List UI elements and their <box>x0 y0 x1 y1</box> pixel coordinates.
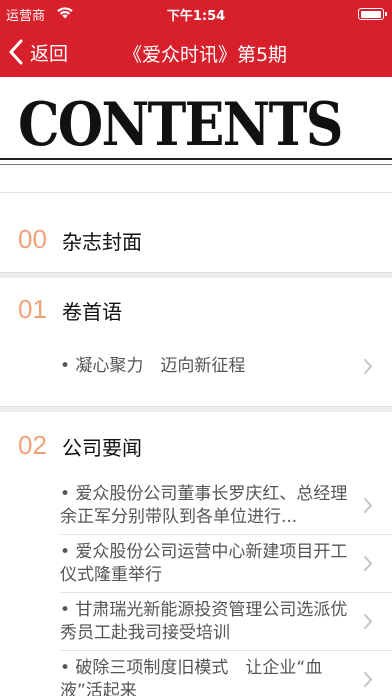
navigation-bar: 返回 《爱众时讯》第5期 <box>0 26 392 77</box>
list-item[interactable]: • 破除三项制度旧模式 让企业“血液”活起来 <box>60 657 360 696</box>
status-bar: 运营商 下午1:54 <box>0 0 392 26</box>
list-item[interactable]: • 甘肃瑞光新能源投资管理公司选派优秀员工赴我司接受培训 <box>60 599 360 645</box>
divider <box>0 192 392 193</box>
contents-banner: CONTENTS <box>0 77 392 177</box>
chevron-right-icon <box>364 672 373 687</box>
list-item-text: • 破除三项制度旧模式 让企业“血液”活起来 <box>60 658 323 696</box>
top-bar: 运营商 下午1:54 返回 《爱众时讯》第5期 <box>0 0 392 77</box>
section-number: 02 <box>18 430 47 460</box>
divider <box>60 534 392 535</box>
section-title: 杂志封面 <box>62 230 142 254</box>
divider <box>60 592 392 593</box>
list-item-text: • 爱众股份公司董事长罗庆红、总经理余正军分别带队到各单位进行... <box>60 484 348 527</box>
clock: 下午1:54 <box>166 9 226 24</box>
section-title: 公司要闻 <box>62 436 142 460</box>
list-item[interactable]: • 爱众股份公司运营中心新建项目开工仪式隆重举行 <box>60 541 360 587</box>
list-item[interactable]: • 爱众股份公司董事长罗庆红、总经理余正军分别带队到各单位进行... <box>60 483 360 529</box>
section-02: 02 公司要闻 <box>0 412 392 474</box>
battery-icon <box>358 8 387 20</box>
contents-heading: CONTENTS <box>18 90 343 160</box>
banner-rule <box>0 158 392 160</box>
banner-rule <box>0 164 392 165</box>
divider <box>60 650 392 651</box>
section-title: 卷首语 <box>62 300 122 324</box>
screen: 运营商 下午1:54 返回 《爱众时讯》第5期 CONTENTS 00 杂志封面… <box>0 0 392 696</box>
section-00[interactable]: 00 杂志封面 <box>0 208 392 270</box>
chevron-right-icon <box>364 359 373 374</box>
page-title: 《爱众时讯》第5期 <box>122 44 288 66</box>
list-item-text: • 爱众股份公司运营中心新建项目开工仪式隆重举行 <box>60 542 348 585</box>
chevron-right-icon <box>364 556 373 571</box>
section-number: 00 <box>18 224 47 254</box>
list-item[interactable]: • 凝心聚力 迈向新征程 <box>60 355 360 378</box>
list-item-text: • 甘肃瑞光新能源投资管理公司选派优秀员工赴我司接受培训 <box>60 600 348 643</box>
list-item-text: • 凝心聚力 迈向新征程 <box>60 356 246 376</box>
chevron-right-icon <box>364 498 373 513</box>
section-01: 01 卷首语 <box>0 278 392 338</box>
section-number: 01 <box>18 294 47 324</box>
chevron-right-icon <box>364 614 373 629</box>
